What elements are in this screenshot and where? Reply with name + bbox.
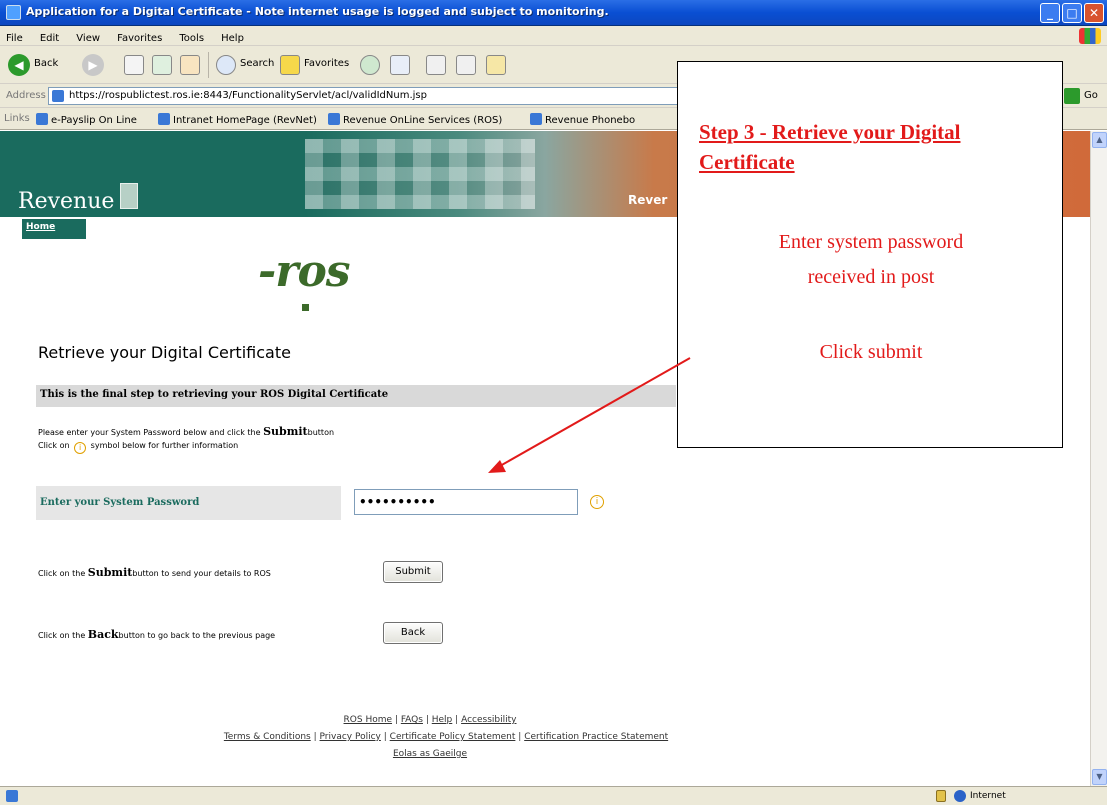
harp-icon	[120, 183, 138, 209]
footer-link-help[interactable]: Help	[432, 715, 453, 725]
close-button[interactable]: ✕	[1084, 3, 1104, 23]
refresh-icon[interactable]	[152, 55, 172, 75]
info-bar-text: This is the final step to retrieving you…	[40, 389, 389, 400]
info-icon: i	[74, 442, 87, 454]
address-url[interactable]: https://rospublictest.ros.ie:8443/Functi…	[69, 90, 427, 101]
stop-icon[interactable]	[124, 55, 144, 75]
submit-button[interactable]: Submit	[383, 561, 443, 583]
go-arrow-icon[interactable]	[1064, 88, 1080, 104]
submit-caption: Click on the Submitbutton to send your d…	[38, 566, 271, 579]
search-label[interactable]: Search	[240, 58, 274, 69]
window-title: Application for a Digital Certificate - …	[26, 5, 609, 18]
zone-label: Internet	[970, 791, 1006, 801]
footer-row-1: ROS Home | FAQs | Help | Accessibility	[343, 715, 517, 725]
toolbar-separator	[208, 52, 209, 78]
home-link[interactable]: Home	[26, 222, 55, 232]
page-status-icon	[6, 790, 18, 802]
favorites-star-icon[interactable]	[280, 55, 300, 75]
windows-logo-icon	[1079, 28, 1101, 44]
minimize-button[interactable]: _	[1040, 3, 1060, 23]
footer-link-cert-practice[interactable]: Certification Practice Statement	[524, 732, 668, 742]
footer-link-irish[interactable]: Eolas as Gaeilge	[393, 749, 467, 759]
footer-link-accessibility[interactable]: Accessibility	[461, 715, 516, 725]
banner-image	[305, 139, 535, 209]
favorites-label[interactable]: Favorites	[304, 58, 349, 69]
instruction-line-1: Please enter your System Password below …	[38, 425, 335, 438]
link-ros[interactable]: Revenue OnLine Services (ROS)	[328, 113, 502, 126]
links-label: Links	[4, 113, 30, 124]
menu-help[interactable]: Help	[215, 29, 250, 44]
menu-view[interactable]: View	[70, 29, 106, 44]
footer-link-cert-policy[interactable]: Certificate Policy Statement	[390, 732, 516, 742]
footer-link-ros-home[interactable]: ROS Home	[344, 715, 393, 725]
maximize-button[interactable]: □	[1062, 3, 1082, 23]
menu-file[interactable]: File	[0, 29, 29, 44]
menu-tools[interactable]: Tools	[173, 29, 210, 44]
internet-zone-icon	[954, 790, 966, 802]
scroll-up-icon[interactable]: ▲	[1092, 132, 1107, 148]
menu-favorites[interactable]: Favorites	[111, 29, 168, 44]
link-intranet[interactable]: Intranet HomePage (RevNet)	[158, 113, 317, 126]
ros-tagline	[302, 304, 362, 312]
link-icon	[36, 113, 48, 125]
link-icon	[158, 113, 170, 125]
forward-arrow-icon[interactable]: ▶	[82, 54, 104, 76]
menu-edit[interactable]: Edit	[34, 29, 65, 44]
password-label: Enter your System Password	[40, 497, 200, 508]
back-button[interactable]: Back	[383, 622, 443, 644]
lock-icon	[936, 790, 946, 802]
page-title: Retrieve your Digital Certificate	[38, 343, 291, 362]
go-button[interactable]: Go	[1084, 90, 1098, 101]
title-bar: Application for a Digital Certificate - …	[0, 0, 1107, 26]
callout-line-2: received in post	[807, 266, 935, 288]
system-password-input[interactable]: ••••••••••	[354, 489, 578, 515]
home-icon[interactable]	[180, 55, 200, 75]
callout-line-3: Click submit	[819, 341, 923, 363]
link-phonebook[interactable]: Revenue Phonebo	[530, 113, 635, 126]
address-label: Address	[6, 90, 46, 101]
back-arrow-icon[interactable]: ◀	[8, 54, 30, 76]
ie-icon	[6, 5, 21, 20]
search-icon[interactable]	[216, 55, 236, 75]
link-icon	[328, 113, 340, 125]
page-icon	[52, 90, 64, 102]
footer-row-3: Eolas as Gaeilge	[0, 749, 860, 759]
menu-bar: File Edit View Favorites Tools Help	[0, 26, 1107, 46]
back-caption: Click on the Backbutton to go back to th…	[38, 628, 276, 641]
scroll-down-icon[interactable]: ▼	[1092, 769, 1107, 785]
ros-logo: -ros	[258, 246, 351, 297]
instruction-callout: Step 3 - Retrieve your Digital Certifica…	[677, 61, 1063, 448]
status-bar: Internet	[0, 786, 1107, 805]
banner-right-text: Rever	[628, 193, 668, 207]
vertical-scrollbar[interactable]: ▲ ▼	[1090, 131, 1107, 786]
callout-line-1: Enter system password	[778, 231, 964, 253]
footer-link-terms[interactable]: Terms & Conditions	[224, 732, 311, 742]
instruction-line-2: Click on i symbol below for further info…	[38, 441, 239, 454]
footer-link-faqs[interactable]: FAQs	[401, 715, 423, 725]
edit-icon[interactable]	[456, 55, 476, 75]
ros-tag-icon	[302, 304, 309, 311]
link-icon	[530, 113, 542, 125]
callout-heading: Step 3 - Retrieve your Digital Certifica…	[699, 120, 961, 174]
link-epayslip[interactable]: e-Payslip On Line	[36, 113, 137, 126]
back-label[interactable]: Back	[34, 58, 58, 69]
password-info-icon[interactable]: i	[590, 495, 604, 509]
messenger-icon[interactable]	[486, 55, 506, 75]
history-icon[interactable]	[360, 55, 380, 75]
revenue-brand: Revenue	[18, 189, 115, 214]
print-icon[interactable]	[426, 55, 446, 75]
mail-icon[interactable]	[390, 55, 410, 75]
footer-row-2: Terms & Conditions | Privacy Policy | Ce…	[223, 732, 669, 742]
footer-link-privacy[interactable]: Privacy Policy	[320, 732, 381, 742]
